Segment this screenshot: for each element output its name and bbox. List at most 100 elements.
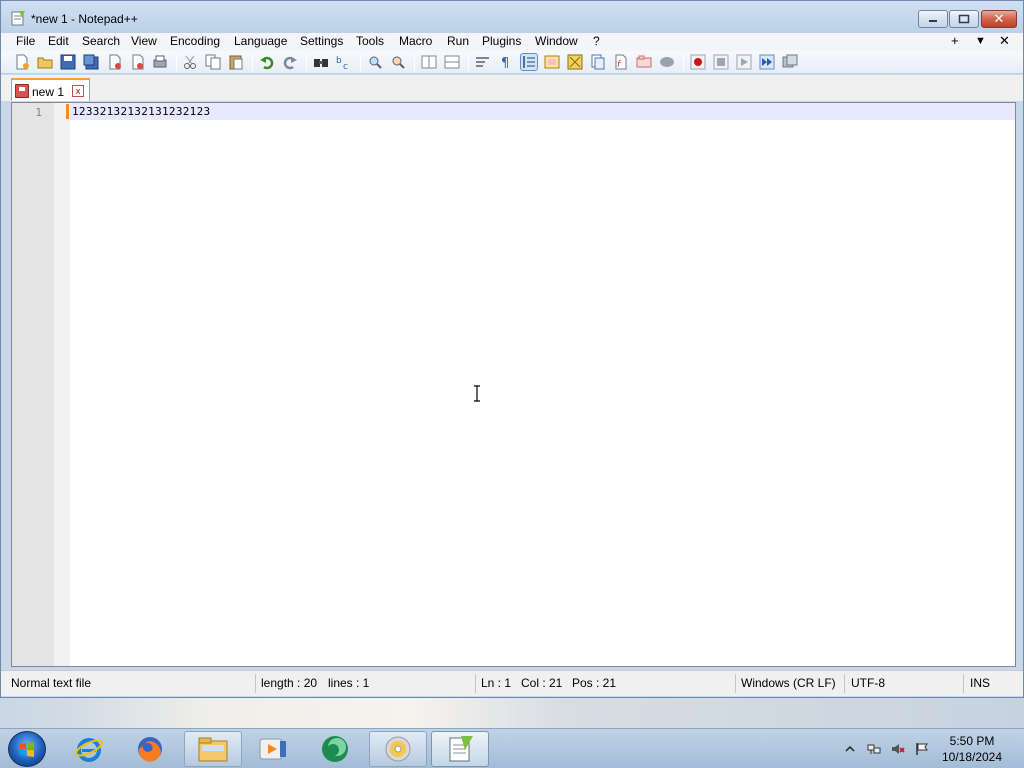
open-file-icon[interactable] [37, 54, 53, 70]
word-wrap-icon[interactable] [475, 54, 491, 70]
status-column: Col : 21 [521, 676, 563, 690]
paste-icon[interactable] [228, 54, 244, 70]
close-icon[interactable] [107, 54, 123, 70]
record-macro-icon[interactable] [690, 54, 706, 70]
change-history-marker [66, 104, 69, 119]
save-macro-icon[interactable] [782, 54, 798, 70]
tab-label: new 1 [32, 85, 65, 99]
menu-edit[interactable]: Edit [46, 34, 71, 48]
clock-time: 5:50 PM [949, 734, 995, 748]
indent-guide-icon[interactable] [520, 53, 538, 71]
svg-text:c: c [343, 62, 348, 70]
editor-text-line[interactable]: 12332132132131232123 [72, 105, 210, 118]
maximize-icon [958, 14, 970, 24]
taskbar-green-app[interactable] [306, 731, 364, 767]
close-document-button[interactable]: ✕ [999, 33, 1010, 49]
speech-icon[interactable] [659, 54, 675, 70]
svg-text:b: b [336, 56, 342, 66]
tab-close-button[interactable]: x [72, 85, 84, 97]
taskbar-notepad-plus-plus[interactable] [431, 731, 489, 767]
run-macro-multiple-icon[interactable] [759, 54, 775, 70]
undo-icon[interactable] [259, 54, 275, 70]
show-all-chars-icon[interactable]: ¶ [498, 54, 514, 70]
status-divider [963, 674, 964, 693]
green-app-icon [322, 736, 348, 762]
menu-plugins[interactable]: Plugins [480, 34, 523, 48]
toolbar-separator [414, 54, 415, 71]
redo-icon[interactable] [282, 54, 298, 70]
close-all-icon[interactable] [129, 54, 145, 70]
menu-settings[interactable]: Settings [298, 34, 345, 48]
toolbar-separator [360, 54, 361, 71]
text-editor[interactable]: 1 12332132132131232123 [11, 102, 1016, 667]
sync-vertical-icon[interactable] [421, 54, 437, 70]
toolbar-separator [306, 54, 307, 71]
new-file-icon[interactable] [14, 54, 30, 70]
save-icon[interactable] [60, 54, 76, 70]
show-hidden-icons-icon[interactable] [845, 742, 855, 756]
menu-tools[interactable]: Tools [354, 34, 386, 48]
system-clock[interactable]: 5:50 PM 10/18/2024 [932, 733, 1012, 765]
network-icon[interactable] [867, 742, 881, 756]
menu-file[interactable]: File [14, 34, 37, 48]
close-window-button[interactable]: ✕ [981, 10, 1017, 28]
play-macro-icon[interactable] [736, 54, 752, 70]
unsaved-file-icon [15, 84, 29, 98]
taskbar-media-player[interactable] [244, 731, 302, 767]
save-all-icon[interactable] [83, 54, 99, 70]
notepad-plus-plus-icon [449, 736, 473, 762]
start-button[interactable] [8, 731, 46, 767]
desktop-background [0, 698, 1024, 728]
toolbar-separator [252, 54, 253, 71]
taskbar-disc-app[interactable] [369, 731, 427, 767]
internet-explorer-icon [75, 738, 103, 762]
status-divider [475, 674, 476, 693]
menu-window[interactable]: Window [533, 34, 580, 48]
menu-help[interactable]: ? [591, 34, 602, 48]
status-divider [735, 674, 736, 693]
taskbar-firefox[interactable] [121, 731, 179, 767]
windows-logo-icon [20, 742, 34, 757]
status-encoding[interactable]: UTF-8 [851, 671, 885, 695]
taskbar-file-explorer[interactable] [184, 731, 242, 767]
print-icon[interactable] [152, 54, 168, 70]
monitoring-icon[interactable] [636, 54, 652, 70]
menu-language[interactable]: Language [232, 34, 289, 48]
menu-search[interactable]: Search [80, 34, 122, 48]
document-tab-bar: new 1 x [1, 75, 1023, 101]
menu-macro[interactable]: Macro [397, 34, 434, 48]
doc-map-icon[interactable] [567, 54, 583, 70]
sync-horizontal-icon[interactable] [444, 54, 460, 70]
zoom-out-icon[interactable] [390, 54, 406, 70]
disc-icon [385, 736, 411, 762]
status-divider [844, 674, 845, 693]
maximize-button[interactable] [949, 10, 979, 28]
status-divider [255, 674, 256, 693]
function-list-icon[interactable] [590, 54, 606, 70]
folder-workspace-icon[interactable]: f [613, 54, 629, 70]
cut-icon[interactable] [182, 54, 198, 70]
menu-run[interactable]: Run [445, 34, 471, 48]
udl-icon[interactable] [544, 54, 560, 70]
tab-list-dropdown-button[interactable]: ▼ [975, 35, 986, 47]
window-title: *new 1 - Notepad++ [31, 12, 138, 26]
find-icon[interactable] [313, 54, 329, 70]
taskbar-internet-explorer[interactable] [60, 731, 118, 767]
status-eol[interactable]: Windows (CR LF) [741, 671, 836, 695]
fold-margin[interactable] [54, 103, 70, 666]
svg-text:¶: ¶ [501, 56, 509, 70]
new-document-plus-button[interactable]: + [951, 33, 959, 48]
menu-encoding[interactable]: Encoding [168, 34, 222, 48]
volume-muted-icon[interactable] [891, 742, 905, 756]
zoom-in-icon[interactable] [367, 54, 383, 70]
copy-icon[interactable] [205, 54, 221, 70]
replace-icon[interactable]: bc [336, 54, 352, 70]
menu-view[interactable]: View [129, 34, 159, 48]
minimize-button[interactable] [918, 10, 948, 28]
stop-macro-icon[interactable] [713, 54, 729, 70]
action-center-flag-icon[interactable] [915, 742, 929, 756]
file-explorer-icon [198, 737, 228, 762]
title-bar[interactable]: *new 1 - Notepad++ ✕ [1, 1, 1023, 33]
tab-new-1[interactable]: new 1 x [11, 78, 90, 101]
status-insert-mode[interactable]: INS [970, 671, 990, 695]
